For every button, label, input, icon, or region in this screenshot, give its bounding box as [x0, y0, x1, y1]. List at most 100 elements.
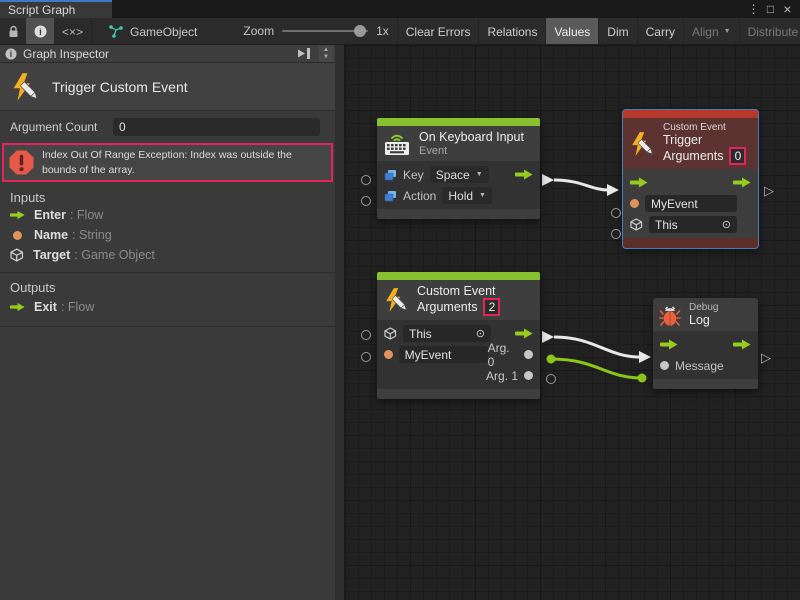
unity-script-graph-window: Script Graph ⋮ □ × i <×> GameObject: [0, 0, 800, 600]
object-picker-icon[interactable]: ⊙: [722, 218, 731, 231]
arg0-label: Arg. 0: [488, 341, 519, 369]
key-row: Key Space ▼: [377, 164, 540, 185]
arguments-count-field[interactable]: 2: [483, 298, 500, 316]
arguments-count-field[interactable]: 0: [729, 147, 746, 165]
relations-button[interactable]: Relations: [479, 18, 546, 45]
align-button[interactable]: Align ▼: [684, 18, 740, 45]
chevron-down-icon: ▼: [476, 171, 483, 178]
code-preview-button[interactable]: <×>: [54, 18, 92, 45]
clear-errors-button[interactable]: Clear Errors: [398, 18, 480, 45]
node-title: Log: [689, 313, 718, 327]
cube-icon: [10, 248, 24, 262]
node-body: Message: [653, 331, 758, 379]
event-name-field[interactable]: MyEvent: [399, 346, 488, 363]
customevent-name-input-port[interactable]: [361, 352, 371, 362]
argument-count-label: Argument Count: [10, 120, 97, 134]
node-footer: [377, 389, 540, 399]
zoom-value: 1x: [376, 24, 389, 38]
target-field[interactable]: This ⊙: [403, 325, 491, 342]
trigger-flow-out-hint: ▷: [764, 184, 774, 197]
output-item-exit: Exit : Flow: [10, 297, 325, 317]
flow-out-port[interactable]: [515, 328, 533, 339]
event-name-row: MyEvent: [623, 193, 758, 214]
zoom-slider-track[interactable]: [282, 30, 368, 32]
lock-icon: [8, 25, 19, 38]
trigger-out-port[interactable]: [515, 169, 533, 180]
customevent-target-input-port[interactable]: [361, 330, 371, 340]
node-debug-log[interactable]: Debug Log Message: [653, 298, 758, 389]
cube-icon: [630, 218, 643, 231]
graph-canvas[interactable]: On Keyboard Input Event Key Space ▼: [345, 45, 800, 600]
custom-event-icon: [10, 72, 40, 102]
event-name-row: MyEvent Arg. 0: [377, 344, 540, 365]
argument-count-input[interactable]: 0: [113, 118, 320, 136]
divider: [0, 272, 335, 273]
carry-button[interactable]: Carry: [638, 18, 684, 45]
node-header: Custom Event Trigger Arguments 0: [623, 118, 758, 169]
arg1-label: Arg. 1: [486, 369, 518, 383]
error-octagon-icon: [8, 149, 35, 176]
panel-scroll-spinner: ▲ ▼: [319, 46, 333, 62]
message-in-port[interactable]: [660, 361, 669, 370]
customevent-arg1-external-port[interactable]: [546, 374, 556, 384]
node-title: Custom Event: [417, 284, 500, 298]
tab-script-graph[interactable]: Script Graph: [0, 0, 112, 18]
node-on-keyboard-input[interactable]: On Keyboard Input Event Key Space ▼: [377, 118, 540, 219]
lock-button[interactable]: [0, 18, 26, 45]
scroll-up-icon[interactable]: ▲: [323, 47, 329, 54]
trigger-target-input-port[interactable]: [611, 229, 621, 239]
action-dropdown[interactable]: Hold ▼: [442, 187, 492, 204]
flow-in-port[interactable]: [630, 177, 648, 188]
panel-scrollbar-gutter[interactable]: [335, 45, 345, 600]
close-icon[interactable]: ×: [779, 1, 796, 17]
inspector-title: Graph Inspector: [23, 47, 109, 61]
arguments-label: Arguments: [663, 149, 723, 163]
cube-icon: [384, 327, 397, 340]
inspector-toggle-button[interactable]: i: [26, 18, 54, 45]
node-category: Custom Event: [663, 122, 746, 133]
cable-keyboard-to-trigger[interactable]: [542, 174, 619, 196]
node-color-bar: [623, 110, 758, 118]
keycode-icon: [384, 190, 397, 202]
cable-arg0-to-message[interactable]: [547, 355, 647, 383]
scroll-down-icon[interactable]: ▼: [323, 54, 329, 61]
dock-sidebar-icon[interactable]: [297, 47, 313, 60]
keyboard-key-input-port[interactable]: [361, 175, 371, 185]
node-title: Trigger: [663, 133, 746, 147]
values-button[interactable]: Values: [546, 18, 599, 45]
flow-in-port[interactable]: [660, 339, 678, 350]
dim-button[interactable]: Dim: [599, 18, 637, 45]
maximize-icon[interactable]: □: [762, 2, 779, 16]
node-body: MyEvent This ⊙: [623, 169, 758, 238]
graph-toolbar: i <×> GameObject Zoom 1x Clear Errors Re…: [0, 18, 800, 45]
target-field[interactable]: This ⊙: [649, 216, 737, 233]
object-picker-icon[interactable]: ⊙: [476, 327, 485, 340]
target-gameobject-button[interactable]: GameObject: [92, 18, 205, 45]
keyboard-action-input-port[interactable]: [361, 196, 371, 206]
arg1-row: Arg. 1: [377, 365, 540, 386]
node-trigger-custom-event[interactable]: Custom Event Trigger Arguments 0 MyEvent: [623, 110, 758, 248]
message-row: Message: [653, 355, 758, 376]
node-footer: [653, 379, 758, 389]
arg0-out-port[interactable]: [524, 350, 533, 359]
window-menu-icon[interactable]: ⋮: [745, 2, 762, 16]
node-category: Debug: [689, 302, 718, 313]
distribute-button[interactable]: Distribute ▼: [740, 18, 800, 45]
flow-out-port[interactable]: [733, 177, 751, 188]
unit-title: Trigger Custom Event: [52, 79, 188, 95]
gameobject-graph-icon: [108, 25, 123, 38]
zoom-slider-knob[interactable]: [354, 25, 366, 37]
node-custom-event[interactable]: Custom Event Arguments 2 This ⊙: [377, 272, 540, 399]
inspector-header: i Graph Inspector ▲ ▼: [0, 45, 335, 63]
event-name-field[interactable]: MyEvent: [645, 195, 737, 212]
key-dropdown[interactable]: Space ▼: [430, 166, 489, 183]
trigger-name-input-port[interactable]: [611, 208, 621, 218]
outputs-list: Exit : Flow: [10, 297, 325, 317]
node-title: On Keyboard Input: [419, 130, 524, 144]
arg1-out-port[interactable]: [524, 371, 533, 380]
info-icon: i: [5, 48, 17, 60]
inputs-section-header: Inputs: [10, 190, 45, 205]
flow-out-port[interactable]: [733, 339, 751, 350]
error-message-text: Index Out Of Range Exception: Index was …: [42, 148, 327, 176]
node-body: This ⊙ MyEvent Arg. 0 Arg. 1: [377, 320, 540, 389]
